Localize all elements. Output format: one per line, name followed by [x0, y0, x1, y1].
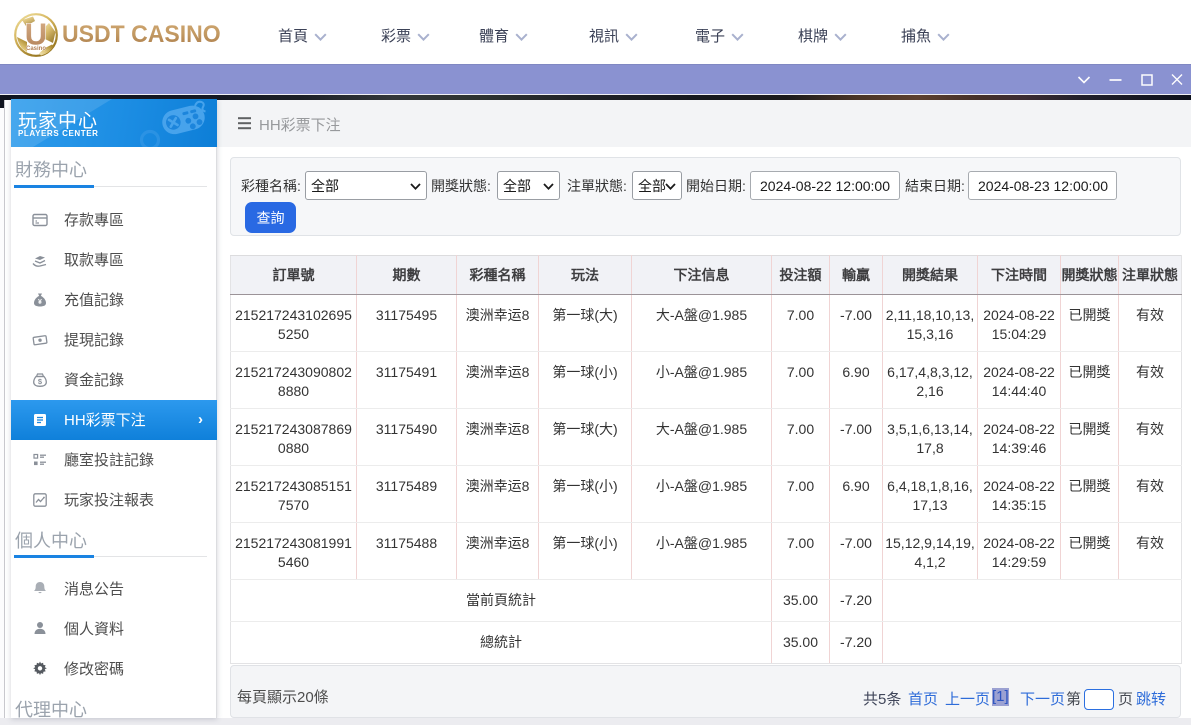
- svg-text:¥: ¥: [38, 299, 42, 306]
- svg-text:Casino: Casino: [26, 46, 46, 52]
- svg-text:$: $: [38, 377, 43, 386]
